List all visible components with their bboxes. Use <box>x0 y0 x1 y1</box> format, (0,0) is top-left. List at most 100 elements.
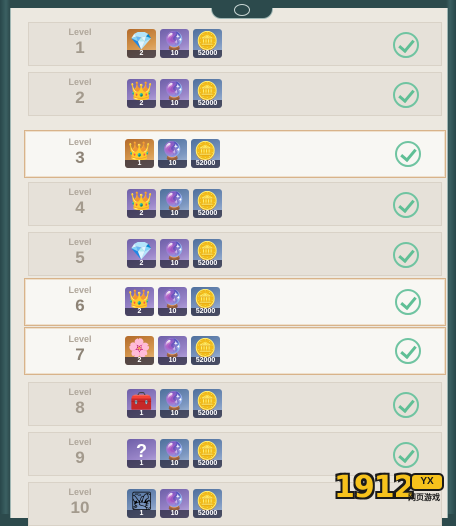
reward-item[interactable]: 👑 2 <box>127 79 156 108</box>
reward-items: 🏞 1 🔮 10 🪙 52000 <box>127 489 226 521</box>
reward-item[interactable]: 🔮 10 <box>160 29 189 58</box>
item-quantity: 52000 <box>191 160 220 168</box>
level-indicator: Level 5 <box>65 237 95 267</box>
level-indicator: Level 7 <box>65 334 95 364</box>
level-label: Level <box>68 187 92 197</box>
reward-item[interactable]: 👑 2 <box>125 287 154 316</box>
pink-orb-icon: 🌸 <box>128 338 151 358</box>
reward-item[interactable]: 🪙 52000 <box>193 239 222 268</box>
reward-item[interactable]: 🪙 52000 <box>191 139 220 168</box>
scenery-icon: 🏞 <box>130 491 153 511</box>
purple-crystal-icon: 🔮 <box>163 241 186 261</box>
question-mark-icon: ? <box>136 441 147 461</box>
level-indicator: Level 4 <box>65 187 95 217</box>
item-quantity: 10 <box>160 410 189 418</box>
gold-crown-icon: 👑 <box>130 191 153 211</box>
reward-item[interactable]: 🔮 10 <box>158 336 187 365</box>
level-number: 10 <box>70 498 90 517</box>
reward-item[interactable]: 🪙 52000 <box>193 79 222 108</box>
item-quantity: 1 <box>127 510 156 518</box>
reward-row[interactable]: Level 4 👑 2 🔮 10 🪙 52000 <box>28 182 442 226</box>
reward-item[interactable]: 🔮 10 <box>160 79 189 108</box>
reward-item[interactable]: 🪙 52000 <box>193 439 222 468</box>
purple-crystal-icon: 🔮 <box>161 338 184 358</box>
gold-coin-icon: 🪙 <box>196 191 219 211</box>
reward-item[interactable]: 🔮 10 <box>160 189 189 218</box>
item-quantity: 10 <box>158 308 187 316</box>
level-indicator: Level 10 <box>65 487 95 517</box>
reward-item[interactable]: ? 1 <box>127 439 156 468</box>
item-quantity: 2 <box>125 308 154 316</box>
gold-coin-icon: 🪙 <box>196 241 219 261</box>
item-quantity: 2 <box>127 210 156 218</box>
item-quantity: 52000 <box>193 50 222 58</box>
reward-row[interactable]: Level 7 🌸 2 🔮 10 🪙 52000 <box>24 327 446 375</box>
level-label: Level <box>68 437 92 447</box>
reward-item[interactable]: 🔮 10 <box>158 287 187 316</box>
reward-row[interactable]: Level 3 👑 1 🔮 10 🪙 52000 <box>24 130 446 178</box>
reward-item[interactable]: 🪙 52000 <box>193 29 222 58</box>
reward-row[interactable]: Level 2 👑 2 🔮 10 🪙 52000 <box>28 72 442 116</box>
item-quantity: 10 <box>160 260 189 268</box>
purple-crystal-icon: 🔮 <box>161 289 184 309</box>
level-number: 7 <box>75 345 85 364</box>
gold-coin-icon: 🪙 <box>196 31 219 51</box>
level-number: 5 <box>75 248 85 267</box>
purple-crystal-icon: 🔮 <box>163 81 186 101</box>
reward-item[interactable]: 🪙 52000 <box>191 287 220 316</box>
reward-item[interactable]: 🔮 10 <box>158 139 187 168</box>
level-label: Level <box>68 237 92 247</box>
reward-items: 🌸 2 🔮 10 🪙 52000 <box>125 336 224 368</box>
reward-item[interactable]: 🔮 10 <box>160 389 189 418</box>
reward-items: ? 1 🔮 10 🪙 52000 <box>127 439 226 471</box>
reward-item[interactable]: 🪙 52000 <box>191 336 220 365</box>
reward-item[interactable]: 👑 1 <box>125 139 154 168</box>
gold-crown-icon: 👑 <box>128 289 151 309</box>
item-quantity: 52000 <box>193 510 222 518</box>
gold-coin-icon: 🪙 <box>194 289 217 309</box>
level-label: Level <box>68 137 92 147</box>
claimed-check-icon <box>393 242 419 268</box>
purple-crystal-icon: 🔮 <box>163 441 186 461</box>
level-label: Level <box>68 77 92 87</box>
reward-item[interactable]: 🔮 10 <box>160 239 189 268</box>
level-number: 4 <box>75 198 85 217</box>
purple-crystal-icon: 🔮 <box>163 31 186 51</box>
reward-row[interactable]: Level 6 👑 2 🔮 10 🪙 52000 <box>24 278 446 326</box>
item-quantity: 2 <box>127 100 156 108</box>
claimed-check-icon <box>393 442 419 468</box>
reward-items: 🧰 1 🔮 10 🪙 52000 <box>127 389 226 421</box>
item-quantity: 52000 <box>193 260 222 268</box>
watermark-badge: YX <box>410 473 444 491</box>
purple-crystal-icon: 🔮 <box>163 491 186 511</box>
reward-row[interactable]: Level 8 🧰 1 🔮 10 🪙 52000 <box>28 382 442 426</box>
reward-item[interactable]: 💎 2 <box>127 239 156 268</box>
blue-gem-icon: 💎 <box>130 241 153 261</box>
item-quantity: 52000 <box>193 210 222 218</box>
reward-item[interactable]: 🌸 2 <box>125 336 154 365</box>
item-quantity: 52000 <box>191 357 220 365</box>
level-indicator: Level 2 <box>65 77 95 107</box>
level-label: Level <box>68 285 92 295</box>
reward-items: 👑 2 🔮 10 🪙 52000 <box>127 189 226 221</box>
item-quantity: 1 <box>127 410 156 418</box>
level-indicator: Level 8 <box>65 387 95 417</box>
item-quantity: 2 <box>127 50 156 58</box>
level-label: Level <box>68 387 92 397</box>
level-number: 1 <box>75 38 85 57</box>
reward-item[interactable]: 👑 2 <box>127 189 156 218</box>
item-quantity: 10 <box>158 357 187 365</box>
reward-row[interactable]: Level 5 💎 2 🔮 10 🪙 52000 <box>28 232 442 276</box>
item-quantity: 10 <box>160 210 189 218</box>
reward-item[interactable]: 🔮 10 <box>160 439 189 468</box>
reward-item[interactable]: 💎 2 <box>127 29 156 58</box>
item-quantity: 52000 <box>193 460 222 468</box>
reward-row[interactable]: Level 1 💎 2 🔮 10 🪙 52000 <box>28 22 442 66</box>
item-quantity: 52000 <box>193 100 222 108</box>
reward-item[interactable]: 🪙 52000 <box>193 189 222 218</box>
gold-coin-icon: 🪙 <box>196 81 219 101</box>
reward-item[interactable]: 🪙 52000 <box>193 389 222 418</box>
item-quantity: 2 <box>127 260 156 268</box>
reward-item[interactable]: 🧰 1 <box>127 389 156 418</box>
claimed-check-icon <box>393 82 419 108</box>
